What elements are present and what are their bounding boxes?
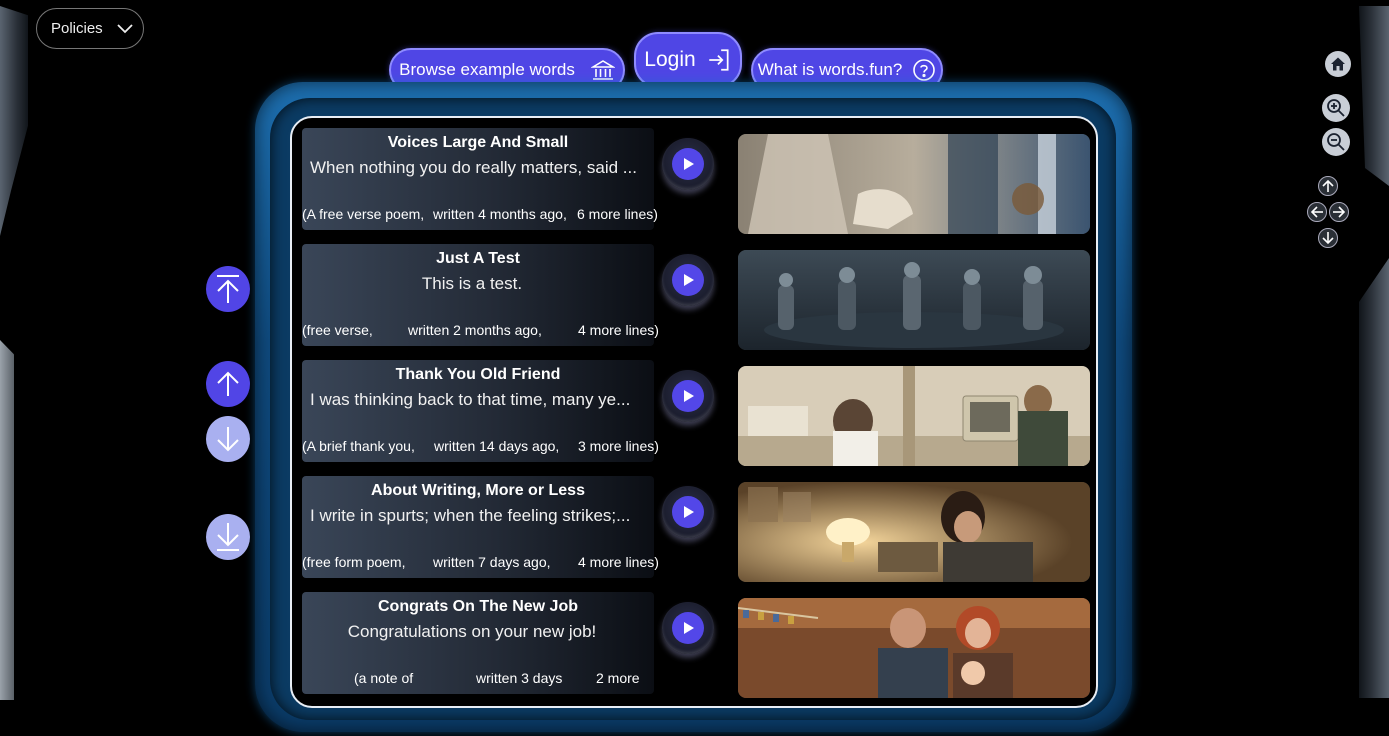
list-item-meta: (A free verse poem, written 4 months ago… <box>302 206 662 222</box>
pan-up-button[interactable] <box>1318 176 1338 196</box>
zoom-out-button[interactable] <box>1322 128 1350 156</box>
play-button[interactable] <box>662 602 714 654</box>
arrow-up-icon <box>217 371 239 396</box>
left-top-decoration <box>0 6 28 236</box>
scroll-down-button[interactable] <box>206 416 250 462</box>
meta-more-lines: 4 more lines) <box>578 322 659 338</box>
right-top-decoration <box>1359 6 1389 186</box>
arrow-down-icon <box>1322 232 1334 245</box>
meta-more-lines: 3 more lines) <box>578 438 659 454</box>
meta-type: (A free verse poem, <box>302 206 425 222</box>
list-item[interactable]: About Writing, More or Less I write in s… <box>302 476 1090 582</box>
zoom-in-button[interactable] <box>1322 94 1350 122</box>
play-icon <box>684 158 694 170</box>
login-label: Login <box>644 48 696 71</box>
list-item-meta: (free verse, written 2 months ago, 4 mor… <box>302 322 662 338</box>
meta-written: written 4 months ago, <box>433 206 567 222</box>
meta-written: written 3 days <box>476 670 563 686</box>
list-item-excerpt: When nothing you do really matters, said… <box>310 158 637 177</box>
policies-label: Policies <box>51 20 103 37</box>
arrow-right-icon <box>1333 206 1346 218</box>
chevron-down-icon <box>117 23 133 33</box>
play-button[interactable] <box>662 370 714 422</box>
play-icon <box>684 274 694 286</box>
left-bottom-decoration <box>0 340 14 700</box>
play-button[interactable] <box>662 254 714 306</box>
pan-right-button[interactable] <box>1329 202 1349 222</box>
list-item[interactable]: Just A Test This is a test. (free verse,… <box>302 244 1090 350</box>
bank-icon <box>590 60 615 80</box>
play-button[interactable] <box>662 486 714 538</box>
list-item-title: About Writing, More or Less <box>371 482 585 499</box>
list-item-meta: (a note of written 3 days 2 more <box>302 670 662 686</box>
list-item-meta: (A brief thank you, written 14 days ago,… <box>302 438 662 454</box>
meta-more-lines: 4 more lines) <box>578 554 659 570</box>
meta-written: written 2 months ago, <box>408 322 542 338</box>
meta-written: written 7 days ago, <box>433 554 551 570</box>
what-is-label: What is words.fun? <box>757 60 903 79</box>
meta-type: (free form poem, <box>302 554 406 570</box>
pan-down-button[interactable] <box>1318 228 1338 248</box>
play-button[interactable] <box>662 138 714 190</box>
scroll-to-bottom-button[interactable] <box>206 514 250 560</box>
list-item[interactable]: Thank You Old Friend I was thinking back… <box>302 360 1090 466</box>
pan-left-button[interactable] <box>1307 202 1327 222</box>
word-list[interactable]: Voices Large And Small When nothing you … <box>290 116 1098 708</box>
list-item-title: Thank You Old Friend <box>395 366 561 383</box>
list-item-excerpt: This is a test. <box>421 274 523 293</box>
browse-examples-label: Browse example words <box>399 60 575 79</box>
statue-scene-image[interactable] <box>738 134 1090 234</box>
list-item[interactable]: Voices Large And Small When nothing you … <box>302 128 1090 234</box>
login-button[interactable]: Login <box>634 32 742 88</box>
meta-type: (free verse, <box>302 322 373 338</box>
arrow-to-bottom-icon <box>217 523 239 551</box>
list-item-excerpt: I write in spurts; when the feeling stri… <box>310 506 631 525</box>
robots-scene-image[interactable] <box>738 250 1090 350</box>
policies-dropdown[interactable]: Policies <box>36 8 144 49</box>
arrow-down-icon <box>217 427 239 452</box>
list-item-title: Congrats On The New Job <box>377 598 578 615</box>
list-item-title: Just A Test <box>436 250 520 267</box>
list-item-title: Voices Large And Small <box>387 134 569 151</box>
arrow-left-icon <box>1310 206 1323 218</box>
home-icon <box>1331 57 1345 71</box>
writer-scene-image[interactable] <box>738 482 1090 582</box>
right-bottom-decoration <box>1359 258 1389 698</box>
login-icon <box>708 49 729 71</box>
zoom-out-icon <box>1327 133 1345 151</box>
meta-more-lines: 6 more lines) <box>577 206 658 222</box>
play-icon <box>684 506 694 518</box>
list-item[interactable]: Congrats On The New Job Congratulations … <box>302 592 1090 698</box>
scroll-up-button[interactable] <box>206 361 250 407</box>
meta-type: (a note of <box>354 670 414 686</box>
scroll-to-top-button[interactable] <box>206 266 250 312</box>
list-item-excerpt: Congratulations on your new job! <box>347 622 597 641</box>
question-icon <box>913 59 936 81</box>
play-icon <box>684 390 694 402</box>
family-scene-image[interactable] <box>738 598 1090 698</box>
arrow-to-top-icon <box>217 275 239 303</box>
zoom-in-icon <box>1327 99 1345 117</box>
meta-written: written 14 days ago, <box>434 438 560 454</box>
list-item-excerpt: I was thinking back to that time, many y… <box>310 390 631 409</box>
arrow-up-icon <box>1322 179 1334 192</box>
play-icon <box>684 622 694 634</box>
meta-more-lines: 2 more <box>596 670 640 686</box>
list-item-meta: (free form poem, written 7 days ago, 4 m… <box>302 554 662 570</box>
meta-type: (A brief thank you, <box>302 438 415 454</box>
office-computer-scene-image[interactable] <box>738 366 1090 466</box>
home-button[interactable] <box>1325 51 1351 77</box>
